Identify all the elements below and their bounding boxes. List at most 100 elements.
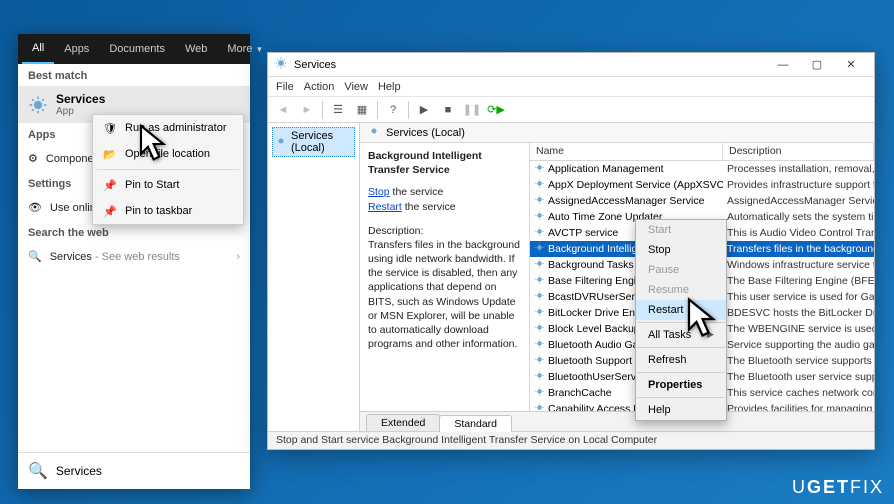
restart-suffix: the service <box>402 201 456 213</box>
separator <box>408 101 409 119</box>
pin-to-start-item[interactable]: 📌 Pin to Start <box>93 172 243 198</box>
service-desc: Provides infrastructure support for depl… <box>723 179 874 191</box>
detail-heading: Background Intelligent Transfer Service <box>368 149 521 177</box>
service-row[interactable]: AppX Deployment Service (AppXSVC)Provide… <box>530 177 874 193</box>
menu-file[interactable]: File <box>276 81 294 93</box>
search-result-web[interactable]: 🔍 Services - See web results › <box>18 243 250 270</box>
component-services-icon: ⚙ <box>28 152 38 165</box>
export-button[interactable]: ▦ <box>351 99 373 121</box>
close-button[interactable]: ✕ <box>834 54 868 76</box>
pause-button[interactable]: ❚❚ <box>461 99 483 121</box>
minimize-button[interactable]: — <box>766 54 800 76</box>
ctx-start[interactable]: Start <box>636 220 726 240</box>
restart-service-link[interactable]: Restart <box>368 201 402 213</box>
toolbar: ◄ ► ☰ ▦ ? ▶ ■ ❚❚ ⟳▶ <box>268 97 874 123</box>
help-button[interactable]: ? <box>382 99 404 121</box>
gear-icon <box>534 274 545 288</box>
tab-extended[interactable]: Extended <box>366 414 440 431</box>
service-name: Application Management <box>548 163 664 175</box>
gear-icon <box>534 354 545 368</box>
service-row[interactable]: AssignedAccessManager ServiceAssignedAcc… <box>530 193 874 209</box>
play-button[interactable]: ▶ <box>413 99 435 121</box>
gear-icon <box>534 226 545 240</box>
column-name[interactable]: Name <box>530 143 723 160</box>
tree-node-services-local[interactable]: Services (Local) <box>272 127 355 157</box>
menu-action[interactable]: Action <box>304 81 335 93</box>
search-input[interactable] <box>56 464 240 478</box>
window-title: Services <box>294 59 336 71</box>
open-loc-label: Open file location <box>125 148 210 160</box>
column-description[interactable]: Description <box>723 143 874 160</box>
tab-documents[interactable]: Documents <box>99 34 175 64</box>
service-desc: Service supporting the audio gateway rol… <box>723 339 874 351</box>
properties-button[interactable]: ☰ <box>327 99 349 121</box>
ctx-help[interactable]: Help <box>636 400 726 420</box>
windows-search-panel: All Apps Documents Web More▼ Best match … <box>18 34 250 489</box>
service-desc: Processes installation, removal, and enu… <box>723 163 874 175</box>
separator <box>322 101 323 119</box>
service-desc: Automatically sets the system time zone. <box>723 211 874 223</box>
chevron-down-icon: ▼ <box>255 45 263 54</box>
gear-icon <box>534 162 545 176</box>
service-desc: This service caches network content from… <box>723 387 874 399</box>
services-icon <box>368 125 380 140</box>
ctx-stop[interactable]: Stop <box>636 240 726 260</box>
separator <box>377 101 378 119</box>
back-button[interactable]: ◄ <box>272 99 294 121</box>
pin-start-label: Pin to Start <box>125 179 179 191</box>
best-match-title: Services <box>56 92 105 106</box>
tab-apps[interactable]: Apps <box>54 34 99 64</box>
gear-icon <box>534 402 545 411</box>
ctx-properties[interactable]: Properties <box>636 375 726 395</box>
menu-view[interactable]: View <box>344 81 368 93</box>
list-header: Name Description <box>530 143 874 161</box>
gear-icon <box>534 194 545 208</box>
restart-button[interactable]: ⟳▶ <box>485 99 507 121</box>
tab-standard[interactable]: Standard <box>439 415 512 432</box>
tab-web[interactable]: Web <box>175 34 217 64</box>
service-row[interactable]: Application Management Processes installa… <box>530 161 874 177</box>
menu-help[interactable]: Help <box>378 81 401 93</box>
tab-more[interactable]: More▼ <box>217 34 273 64</box>
pin-to-taskbar-item[interactable]: 📌 Pin to taskbar <box>93 198 243 224</box>
services-icon <box>28 95 48 115</box>
gear-icon <box>534 290 545 304</box>
navigation-tree: Services (Local) <box>268 123 360 431</box>
service-desc: AssignedAccessManager Service supports k… <box>723 195 874 207</box>
service-name: Base Filtering Engine <box>548 275 648 287</box>
maximize-button[interactable]: ▢ <box>800 54 834 76</box>
stop-button[interactable]: ■ <box>437 99 459 121</box>
titlebar[interactable]: Services — ▢ ✕ <box>268 53 874 77</box>
pin-icon: 📌 <box>103 178 117 192</box>
services-window: Services — ▢ ✕ File Action View Help ◄ ►… <box>267 52 875 450</box>
view-tabs: Extended Standard <box>360 411 874 431</box>
search-tabs: All Apps Documents Web More▼ <box>18 34 250 64</box>
chevron-right-icon: › <box>237 251 240 262</box>
gear-icon <box>534 322 545 336</box>
ctx-all-tasks[interactable]: All Tasks▶ <box>636 325 726 345</box>
search-input-row: 🔍 <box>18 452 250 489</box>
service-context-menu: Start Stop Pause Resume Restart All Task… <box>635 219 727 421</box>
submenu-arrow-icon: ▶ <box>707 329 714 340</box>
separator <box>637 372 725 373</box>
separator <box>637 347 725 348</box>
folder-icon: 📂 <box>103 147 117 161</box>
ctx-refresh[interactable]: Refresh <box>636 350 726 370</box>
watermark: UGETFIX <box>792 477 884 498</box>
ctx-restart[interactable]: Restart <box>636 300 726 320</box>
search-result-context-menu: 🛡 Run as administrator 📂 Open file locat… <box>92 114 244 225</box>
run-as-admin-item[interactable]: 🛡 Run as administrator <box>93 115 243 141</box>
pin-taskbar-label: Pin to taskbar <box>125 205 192 217</box>
ctx-pause[interactable]: Pause <box>636 260 726 280</box>
gear-icon <box>534 242 545 256</box>
service-desc: Windows infrastructure service that cont… <box>723 259 874 271</box>
tab-all[interactable]: All <box>22 34 54 64</box>
service-desc: Provides facilities for managing UWP app… <box>723 403 874 411</box>
forward-button[interactable]: ► <box>296 99 318 121</box>
gear-icon <box>534 306 545 320</box>
open-file-location-item[interactable]: 📂 Open file location <box>93 141 243 167</box>
gear-icon <box>534 210 545 224</box>
search-icon: 🔍 <box>28 461 48 481</box>
stop-service-link[interactable]: Stop <box>368 186 390 198</box>
ctx-resume[interactable]: Resume <box>636 280 726 300</box>
